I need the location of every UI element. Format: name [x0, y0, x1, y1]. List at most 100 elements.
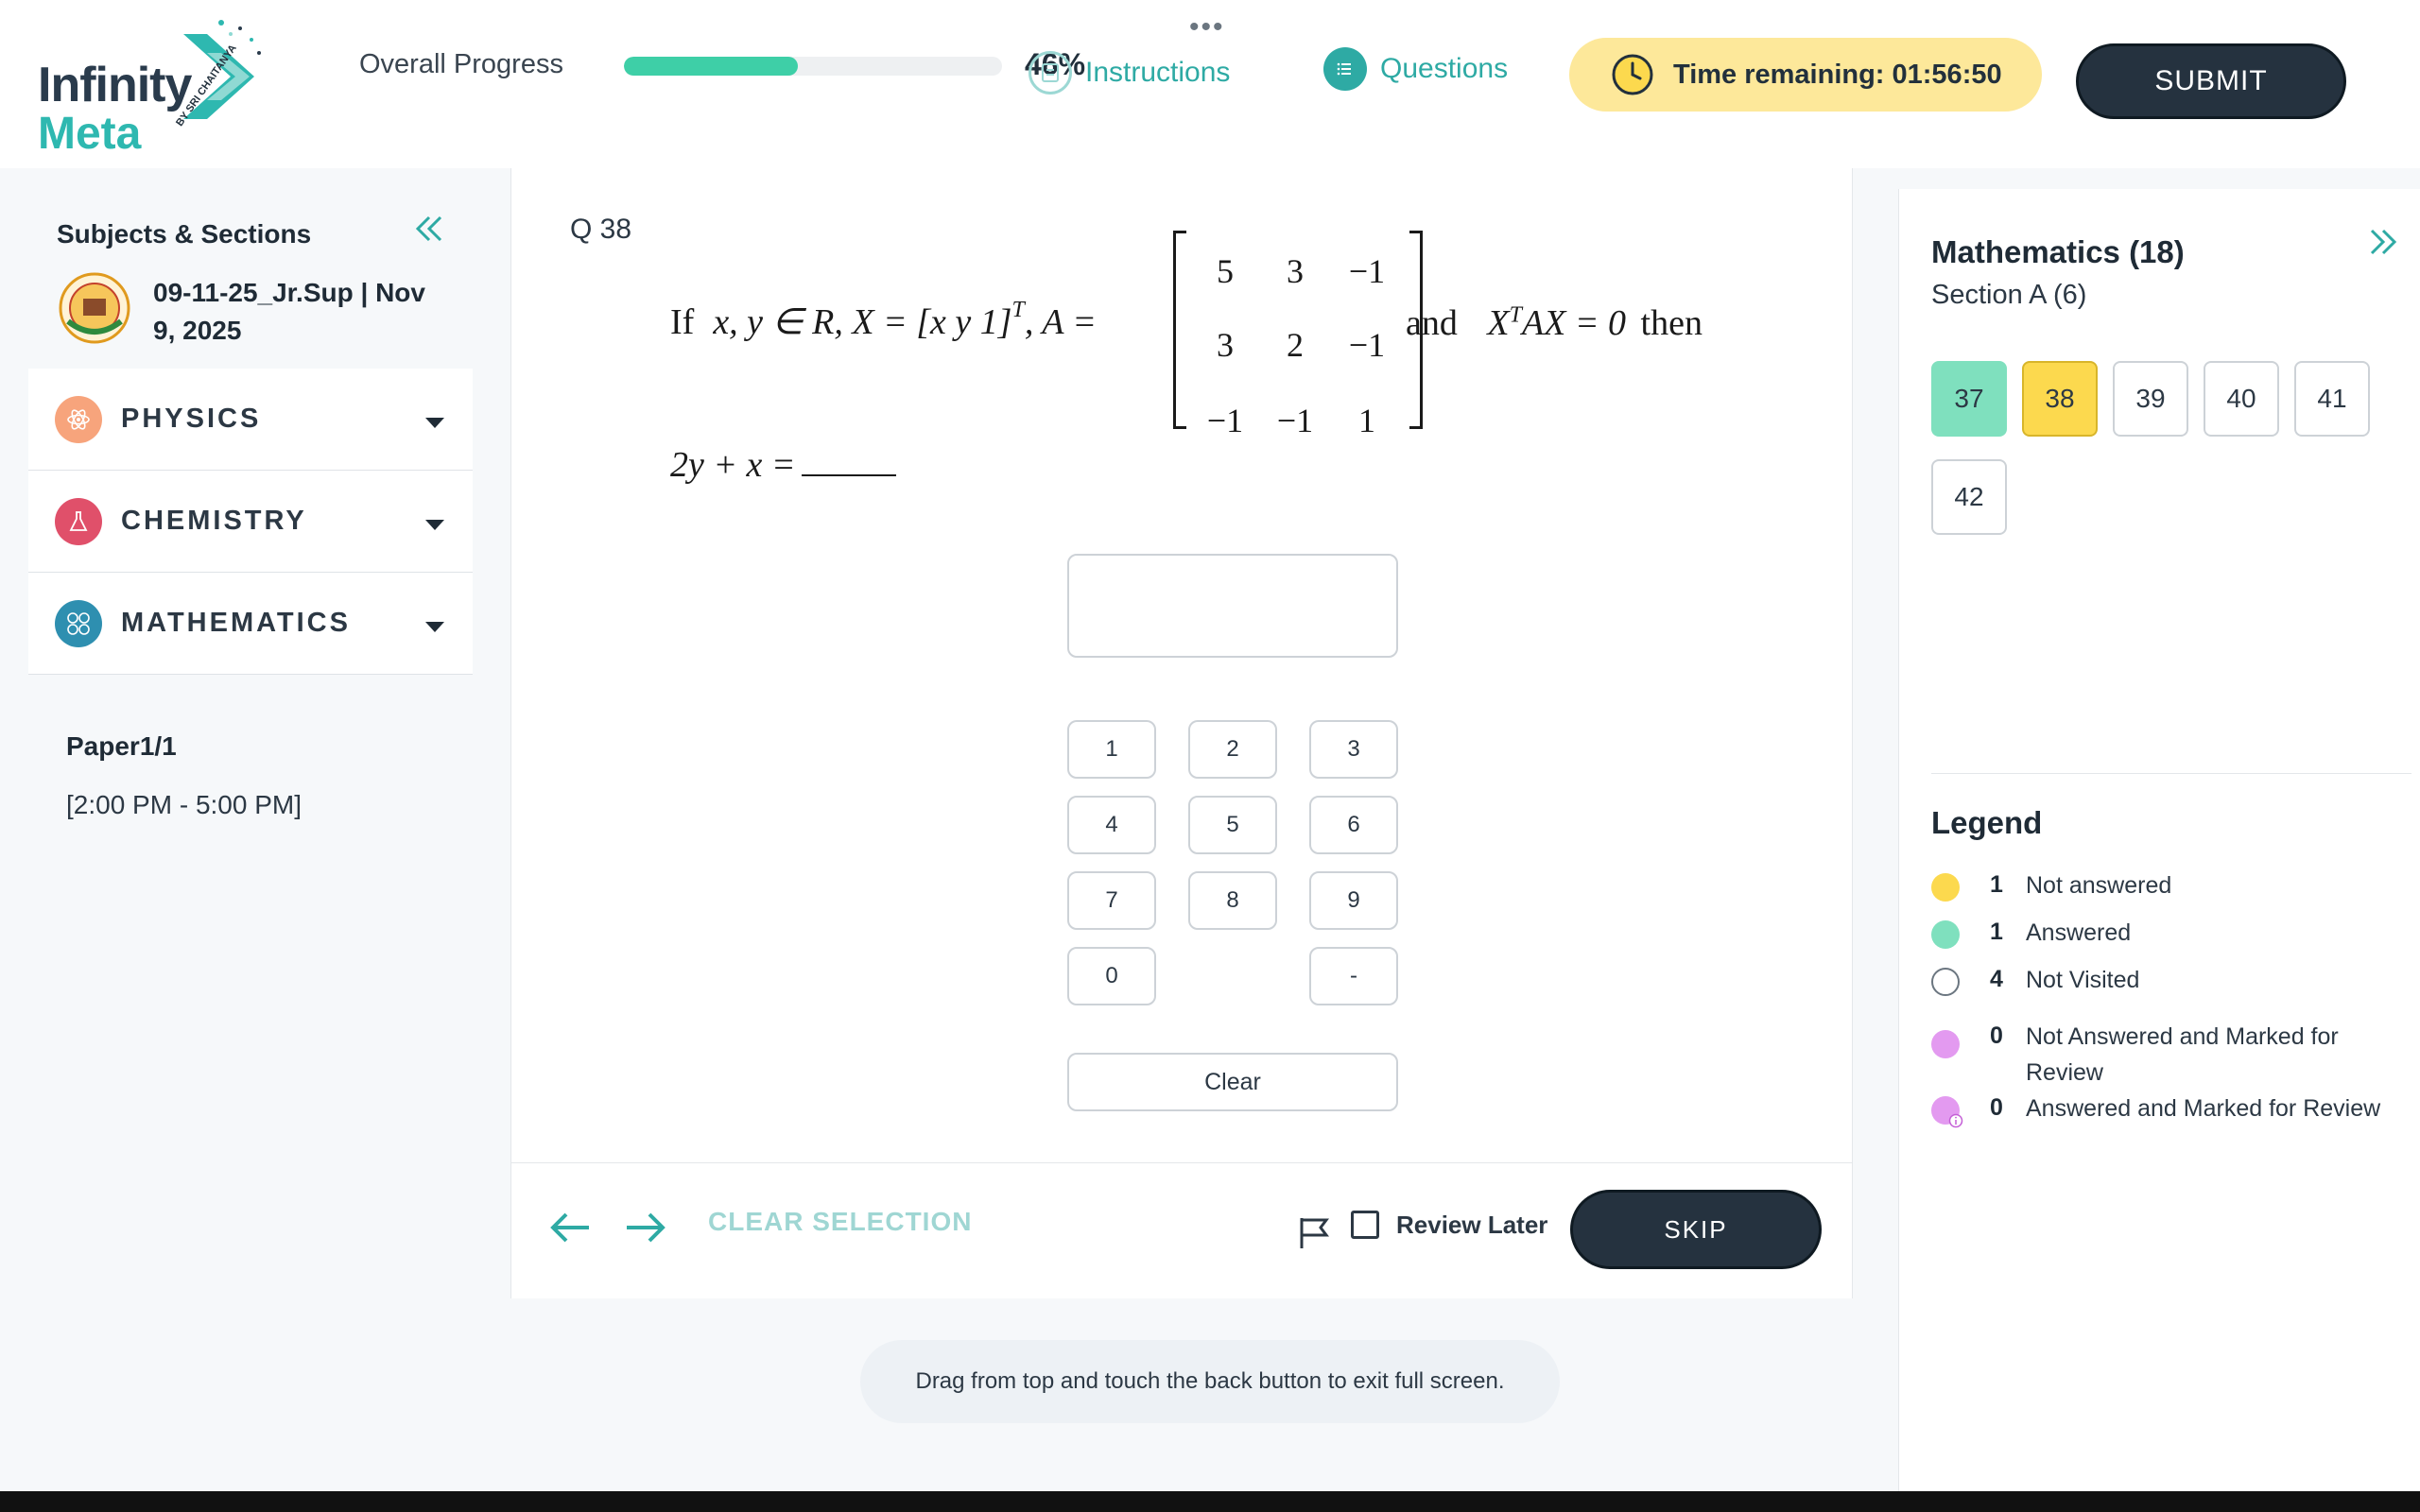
question-button-41[interactable]: 41	[2294, 361, 2370, 437]
legend-dot	[1931, 1096, 1963, 1128]
transpose-superscript: T	[1011, 298, 1025, 322]
review-later-checkbox[interactable]	[1351, 1211, 1379, 1239]
matrix-cell: −1	[1206, 402, 1244, 439]
questions-label: Questions	[1380, 53, 1509, 84]
atom-icon	[55, 395, 102, 443]
chevron-down-icon[interactable]	[425, 418, 444, 428]
matrix-a: 5 3 −1 3 2 −1 −1 −1 1	[1173, 225, 1423, 452]
question-button-42[interactable]: 42	[1931, 459, 2007, 535]
key-0[interactable]: 0	[1067, 947, 1156, 1005]
legend-title: Legend	[1931, 805, 2043, 840]
subjects-sidebar: Subjects & Sections 09-11-25_Jr.Sup | No…	[0, 168, 505, 1491]
matrix-cell: −1	[1348, 252, 1386, 290]
clock-icon	[1612, 54, 1653, 95]
more-menu-icon[interactable]: •••	[1189, 11, 1225, 43]
condition-x: X	[1487, 303, 1510, 343]
timer-text: Time remaining: 01:56:50	[1673, 59, 2002, 90]
legend-count: 4	[1990, 966, 2003, 992]
legend-label: Answered and Marked for Review	[2026, 1095, 2381, 1122]
key-7[interactable]: 7	[1067, 871, 1156, 930]
question-text: If x, y ∈ R, X = [x y 1] T , A =	[670, 298, 1097, 343]
subject-list: PHYSICS CHEMISTRY MATHEMATICS	[28, 369, 473, 675]
matrix-cell: −1	[1348, 326, 1386, 364]
list-icon	[1323, 47, 1367, 91]
key-4[interactable]: 4	[1067, 796, 1156, 854]
top-header: Infinity Meta BY SRI CHAITANYA Overall P…	[0, 0, 2420, 168]
numeric-answer-input[interactable]	[1067, 554, 1398, 658]
question-button-40[interactable]: 40	[2204, 361, 2279, 437]
paper-name: Paper1/1	[66, 731, 177, 761]
paper-title: 09-11-25_Jr.Sup | Nov 9, 2025	[153, 278, 425, 345]
legend-item-not-answered: 1 Not answered	[1931, 871, 2385, 903]
clear-selection-button[interactable]: CLEAR SELECTION	[708, 1207, 972, 1237]
questions-link[interactable]: Questions	[1323, 47, 1508, 91]
submit-button[interactable]: SUBMIT	[2076, 43, 2346, 119]
review-later-label[interactable]: Review Later	[1396, 1211, 1547, 1240]
legend-count: 1	[1990, 871, 2003, 898]
chevron-down-icon[interactable]	[425, 622, 444, 632]
condition-transpose: T	[1509, 302, 1522, 328]
subject-label: PHYSICS	[121, 404, 262, 434]
expand-panel-icon[interactable]	[2364, 223, 2402, 261]
clear-answer-button[interactable]: Clear	[1067, 1053, 1398, 1111]
question-panel: Q 38 If x, y ∈ R, X = [x y 1] T , A = 5 …	[510, 168, 1853, 1298]
then-text: then	[1640, 303, 1703, 343]
legend-dot	[1931, 1030, 1960, 1058]
subject-title: Mathematics (18)	[1931, 234, 2185, 269]
question-vars: x, y ∈ R, X = [x y 1]	[713, 302, 1012, 342]
key-minus[interactable]: -	[1309, 947, 1398, 1005]
subject-mathematics[interactable]: MATHEMATICS	[28, 573, 473, 675]
key-9[interactable]: 9	[1309, 871, 1398, 930]
key-2[interactable]: 2	[1188, 720, 1277, 779]
question-condition: and XTAX = 0 then	[1406, 302, 1703, 344]
subject-chemistry[interactable]: CHEMISTRY	[28, 471, 473, 573]
and-text: and	[1406, 303, 1458, 343]
screen-bottom-edge	[0, 1491, 2420, 1512]
progress-fill	[624, 57, 798, 76]
legend-label: Not answered	[2026, 872, 2172, 899]
subject-label: MATHEMATICS	[121, 608, 351, 638]
chevron-down-icon[interactable]	[425, 520, 444, 530]
legend-label: Answered	[2026, 919, 2132, 946]
legend-dot	[1931, 920, 1960, 949]
info-badge-icon	[1948, 1113, 1963, 1128]
matrix-left-bracket	[1173, 231, 1186, 429]
question-button-37[interactable]: 37	[1931, 361, 2007, 437]
matrix-cell: 2	[1287, 326, 1304, 364]
previous-arrow-icon[interactable]	[549, 1211, 593, 1245]
legend-count: 0	[1990, 1094, 2003, 1121]
subject-label: CHEMISTRY	[121, 506, 307, 536]
question-button-39[interactable]: 39	[2113, 361, 2188, 437]
legend-label: Not Answered and Marked for Review	[2026, 1023, 2339, 1086]
instructions-link[interactable]: Instructions	[1028, 51, 1230, 94]
skip-button[interactable]: SKIP	[1570, 1190, 1822, 1269]
legend-item-not-visited: 4 Not Visited	[1931, 966, 2385, 998]
question-button-38[interactable]: 38	[2022, 361, 2098, 437]
key-5[interactable]: 5	[1188, 796, 1277, 854]
key-3[interactable]: 3	[1309, 720, 1398, 779]
matrix-cell: 3	[1287, 252, 1304, 290]
infinity-meta-logo: Infinity Meta BY SRI CHAITANYA	[34, 6, 261, 159]
legend-count: 0	[1990, 1022, 2003, 1049]
sidebar-title: Subjects & Sections	[57, 219, 312, 249]
asked-expression: 2y + x =	[670, 445, 796, 485]
paper-time: [2:00 PM - 5:00 PM]	[66, 790, 302, 819]
legend-item-answered: 1 Answered	[1931, 919, 2385, 951]
collapse-sidebar-icon[interactable]	[410, 210, 448, 248]
overall-progress-label: Overall Progress	[359, 49, 563, 79]
legend-count: 1	[1990, 919, 2003, 945]
key-1[interactable]: 1	[1067, 720, 1156, 779]
instructions-icon	[1028, 51, 1072, 94]
question-footer: CLEAR SELECTION Review Later SKIP	[511, 1162, 1852, 1298]
matrix-cell: 1	[1358, 402, 1375, 439]
time-remaining-badge: Time remaining: 01:56:50	[1569, 38, 2042, 112]
subject-physics[interactable]: PHYSICS	[28, 369, 473, 471]
key-6[interactable]: 6	[1309, 796, 1398, 854]
question-palette-panel: Mathematics (18) Section A (6) 37 38 39 …	[1898, 189, 2420, 1493]
key-8[interactable]: 8	[1188, 871, 1277, 930]
answer-blank	[801, 448, 896, 476]
math-symbols-icon	[55, 599, 102, 647]
flag-icon	[1300, 1218, 1329, 1248]
flask-icon	[55, 497, 102, 545]
next-arrow-icon[interactable]	[623, 1211, 666, 1245]
